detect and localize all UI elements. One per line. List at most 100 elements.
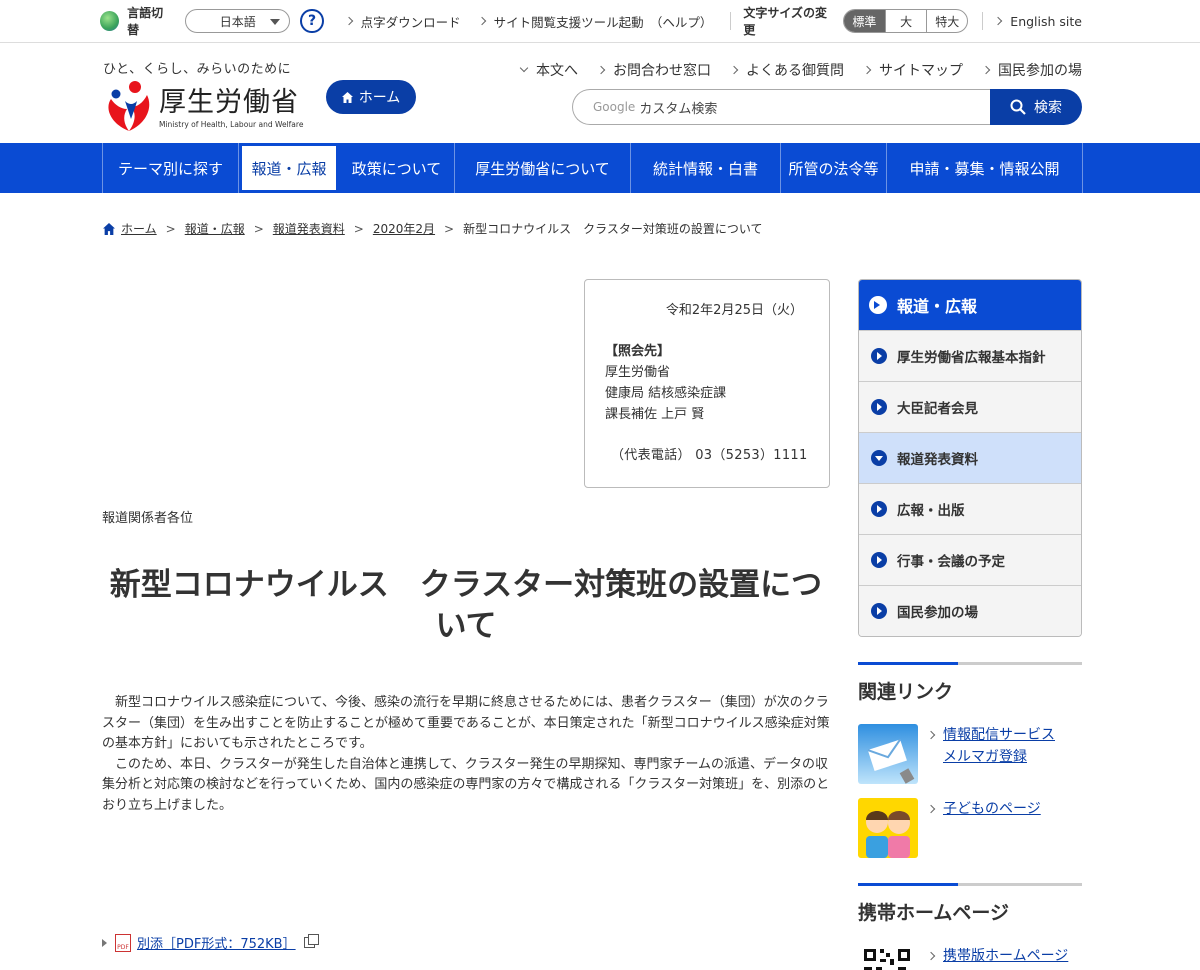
chevron-right-icon	[926, 951, 936, 961]
font-size-large-button[interactable]: 大	[885, 10, 926, 32]
chevron-right-icon	[994, 16, 1003, 26]
site-logo[interactable]: 厚生労働省 Ministry of Health, Labour and Wel…	[103, 77, 313, 135]
arrow-right-circle-icon	[871, 348, 887, 364]
sidebar-item-publications[interactable]: 広報・出版	[859, 483, 1081, 534]
sidebar-menu: 報道・広報 厚生労働省広報基本指針大臣記者会見報道発表資料 広報・出版行事・会議の…	[858, 279, 1082, 637]
mobile-link-item: 携帯版ホームページ	[858, 945, 1068, 970]
chevron-right-icon	[596, 65, 606, 75]
breadcrumb-releases[interactable]: 報道発表資料	[273, 220, 345, 237]
header-link-label: お問合わせ窓口	[613, 63, 711, 79]
sidebar-item-participation[interactable]: 国民参加の場	[859, 585, 1081, 636]
section-rule	[858, 883, 1082, 886]
related-links-section: 関連リンク 情報配信サービスメルマガ登録 子どものページ	[858, 662, 1082, 862]
header-link-label: サイトマップ	[879, 63, 963, 79]
contact-line: 厚生労働省	[605, 365, 671, 380]
sidebar-item-label: 厚生労働省広報基本指針	[897, 350, 1046, 366]
braille-download-link[interactable]: 点字ダウンロード	[344, 12, 461, 31]
nav-item-about[interactable]: 厚生労働省について	[455, 143, 631, 193]
sidebar-item-press-releases[interactable]: 報道発表資料	[859, 432, 1081, 483]
font-size-group: 標準 大 特大	[842, 9, 969, 33]
mhlw-logo-icon	[108, 81, 150, 131]
qr-code-icon	[858, 945, 918, 970]
mail-magazine-link[interactable]: 情報配信サービスメルマガ登録	[943, 724, 1068, 784]
home-icon	[341, 91, 353, 103]
nav-item-policy[interactable]: 政策について	[339, 143, 455, 193]
global-nav: テーマ別に探す 報道・広報 政策について 厚生労働省について 統計情報・白書 所管の法令等…	[0, 143, 1200, 193]
google-label: Google	[593, 100, 636, 114]
sidebar-item-press-conference[interactable]: 大臣記者会見	[859, 381, 1081, 432]
divider	[982, 12, 984, 30]
arrow-right-circle-icon	[871, 552, 887, 568]
breadcrumb-month[interactable]: 2020年2月	[373, 220, 435, 237]
font-size-xlarge-button[interactable]: 特大	[926, 10, 967, 32]
sidebar-item-pr-guideline[interactable]: 厚生労働省広報基本指針	[859, 330, 1081, 381]
breadcrumb-separator: >	[444, 221, 455, 236]
language-select-value: 日本語	[219, 14, 256, 29]
help-button[interactable]: ?	[300, 9, 324, 33]
sidebar-item-label: 報道発表資料	[897, 452, 978, 468]
arrow-right-circle-icon	[871, 603, 887, 619]
header-link-label: 本文へ	[536, 63, 578, 79]
sidebar-item-label: 国民参加の場	[897, 605, 978, 621]
sidebar-item-label: 広報・出版	[897, 503, 965, 519]
paragraph: このため、本日、クラスターが発生した自治体と連携して、クラスター発生の早期探知、…	[102, 756, 830, 813]
home-button[interactable]: ホーム	[326, 80, 416, 114]
breadcrumb-separator: >	[353, 221, 364, 236]
mobile-heading: 携帯ホームページ	[858, 902, 1010, 924]
support-tool-link[interactable]: サイト閲覧支援ツール起動 （ヘルプ）	[477, 12, 712, 31]
english-site-link[interactable]: English site	[994, 14, 1082, 29]
breadcrumb-press[interactable]: 報道・広報	[185, 220, 245, 237]
font-size-label: 文字サイズの変更	[743, 6, 827, 37]
kids-page-link[interactable]: 子どものページ	[943, 798, 1041, 858]
sidebar-heading[interactable]: 報道・広報	[859, 280, 1081, 330]
arrow-right-circle-icon	[871, 501, 887, 517]
tagline: ひと、くらし、みらいのために	[103, 62, 292, 77]
article-body: 新型コロナウイルス感染症について、今後、感染の流行を早期に終息させるためには、患…	[102, 693, 830, 816]
utility-bar: 言語切替 日本語 ? 点字ダウンロード サイト閲覧支援ツール起動 （ヘルプ） 文…	[0, 0, 1200, 43]
header-link-label: 国民参加の場	[998, 63, 1082, 79]
header-link-faq[interactable]: よくある御質問	[729, 60, 844, 80]
breadcrumb-home[interactable]: ホーム	[121, 220, 157, 237]
related-link: 情報配信サービスメルマガ登録	[926, 724, 1068, 784]
header-link-participation[interactable]: 国民参加の場	[981, 60, 1082, 80]
nav-item-laws[interactable]: 所管の法令等	[781, 143, 887, 193]
nav-item-press[interactable]: 報道・広報	[239, 143, 339, 193]
addressee: 報道関係者各位	[102, 511, 194, 526]
release-date: 令和2年2月25日（火）	[665, 303, 803, 318]
nav-item-applications[interactable]: 申請・募集・情報公開	[887, 143, 1083, 193]
search-button[interactable]: 検索	[990, 89, 1082, 125]
globe-icon	[100, 11, 120, 31]
mobile-site-link[interactable]: 携帯版ホームページ	[943, 945, 1068, 970]
attachment-link[interactable]: 別添［PDF形式：752KB］	[137, 933, 296, 952]
header-link-contact[interactable]: お問合わせ窓口	[596, 60, 711, 80]
logo-text: 厚生労働省	[159, 87, 299, 118]
nav-item-themes[interactable]: テーマ別に探す	[103, 143, 239, 193]
search-placeholder: カスタム検索	[639, 101, 718, 117]
bullet-arrow-icon	[102, 938, 107, 947]
sidebar-item-events[interactable]: 行事・会議の予定	[859, 534, 1081, 585]
language-select[interactable]: 日本語	[185, 9, 291, 33]
search-input[interactable]: Google カスタム検索	[572, 89, 1002, 125]
chevron-down-icon	[519, 63, 529, 73]
contact-heading: 【照会先】	[605, 344, 671, 359]
header-link-sitemap[interactable]: サイトマップ	[862, 60, 963, 80]
section-rule	[858, 662, 1082, 665]
sidebar-heading-label: 報道・広報	[897, 297, 978, 316]
page-title: 新型コロナウイルス クラスター対策班の設置について	[109, 567, 823, 644]
divider	[730, 12, 732, 30]
related-link: 子どものページ	[926, 798, 1041, 858]
related-link-item: 子どものページ	[858, 798, 1041, 858]
language-label: 言語切替	[127, 6, 164, 37]
font-size-standard-button[interactable]: 標準	[843, 10, 885, 32]
search-button-label: 検索	[1034, 100, 1062, 116]
nav-item-statistics[interactable]: 統計情報・白書	[631, 143, 781, 193]
chevron-right-icon	[477, 16, 486, 26]
paragraph: 新型コロナウイルス感染症について、今後、感染の流行を早期に終息させるためには、患…	[102, 695, 830, 751]
home-icon	[103, 222, 115, 235]
contact-line: 課長補佐 上戸 賢	[605, 407, 705, 422]
breadcrumb-current: 新型コロナウイルス クラスター対策班の設置について	[463, 222, 763, 236]
related-links-heading: 関連リンク	[858, 681, 954, 703]
chevron-right-icon	[981, 65, 991, 75]
header-link-main-content[interactable]: 本文へ	[519, 60, 578, 80]
breadcrumb-separator: >	[165, 221, 176, 236]
